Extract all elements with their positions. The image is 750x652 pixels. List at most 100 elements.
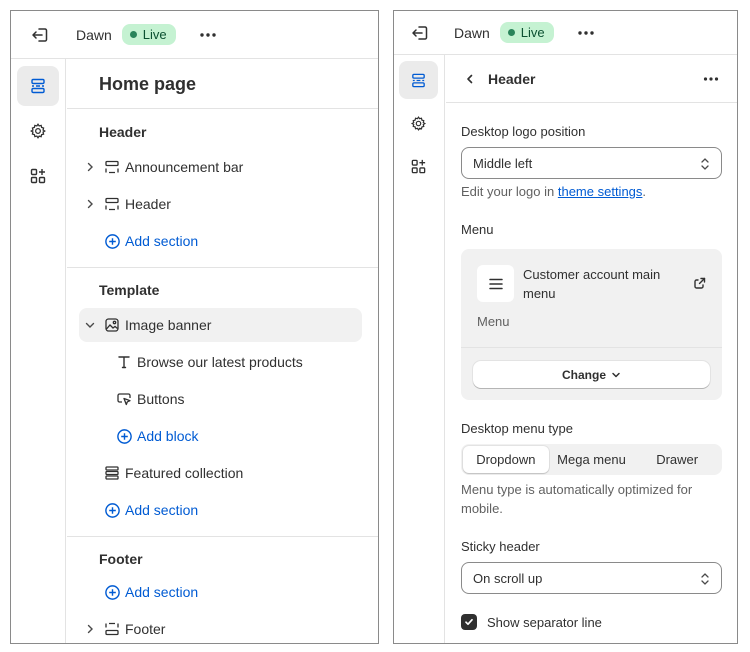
logo-helper-text: Edit your logo in theme settings. <box>461 182 721 201</box>
theme-name: Dawn <box>76 26 112 43</box>
menu-type-dropdown[interactable]: Dropdown <box>463 446 549 473</box>
divider <box>461 347 722 348</box>
more-actions-button[interactable] <box>572 19 600 47</box>
add-section-label: Add section <box>125 502 199 518</box>
section-label: Footer <box>125 621 166 637</box>
menu-type-label: Desktop menu type <box>461 421 574 436</box>
top-bar: Dawn Live <box>11 11 378 59</box>
section-label: Image banner <box>125 317 212 333</box>
section-header[interactable]: Header <box>79 187 362 221</box>
add-block-button[interactable]: Add block <box>79 419 362 453</box>
menu-type-drawer[interactable]: Drawer <box>634 446 720 473</box>
separator-line-checkbox-row[interactable]: Show separator line <box>461 614 602 630</box>
separator-line-label: Show separator line <box>487 614 602 630</box>
live-label: Live <box>142 27 167 42</box>
add-circle-icon <box>114 426 134 446</box>
checkbox-checked[interactable] <box>461 614 477 630</box>
panel-title: Header <box>488 70 536 87</box>
collection-icon <box>102 463 122 483</box>
panel-more-button[interactable] <box>699 67 723 91</box>
divider <box>67 267 378 268</box>
left-editor-panel: Dawn Live Home page Header Announcement … <box>10 10 379 644</box>
sections-rail-button[interactable] <box>17 66 59 106</box>
template-add-section-button[interactable]: Add section <box>79 493 362 527</box>
block-text[interactable]: Browse our latest products <box>79 345 362 379</box>
menu-type-segmented: Dropdown Mega menu Drawer <box>461 444 722 475</box>
sticky-header-select[interactable]: On scroll up <box>461 562 722 594</box>
section-label: Header <box>125 196 171 212</box>
side-rail <box>394 55 445 643</box>
sections-list: Home page Header Announcement bar Header… <box>67 59 378 643</box>
theme-name: Dawn <box>454 24 490 41</box>
ellipsis-icon <box>577 30 594 35</box>
live-dot-icon <box>507 29 515 36</box>
checkmark-icon <box>465 618 473 626</box>
chevron-right-icon[interactable] <box>80 194 100 214</box>
chevron-right-icon[interactable] <box>80 619 100 639</box>
header-add-section-button[interactable]: Add section <box>79 224 362 258</box>
apps-icon <box>411 159 426 173</box>
sections-rail-button[interactable] <box>399 61 438 99</box>
sections-icon <box>31 78 45 94</box>
menu-label: Menu <box>461 222 494 237</box>
section-layout-icon <box>102 194 122 214</box>
right-settings-panel: Dawn Live Header Desktop logo position M… <box>393 10 738 644</box>
menu-type-mega-menu[interactable]: Mega menu <box>549 446 635 473</box>
chevron-down-icon <box>612 372 620 377</box>
exit-icon <box>32 27 48 42</box>
settings-rail-button[interactable] <box>17 111 59 151</box>
add-section-label: Add section <box>125 233 199 249</box>
apps-rail-button[interactable] <box>17 156 59 196</box>
live-label: Live <box>520 25 545 40</box>
helper-prefix: Edit your logo in <box>461 184 555 199</box>
external-link-icon[interactable] <box>692 275 708 291</box>
section-footer[interactable]: Footer <box>79 612 362 643</box>
panel-header: Header <box>446 55 737 103</box>
section-layout-icon <box>102 157 122 177</box>
settings-rail-button[interactable] <box>399 104 438 142</box>
chevron-down-icon[interactable] <box>80 315 100 335</box>
gear-icon <box>410 115 426 131</box>
section-announcement-bar[interactable]: Announcement bar <box>79 150 362 184</box>
live-badge: Live <box>121 24 176 45</box>
change-label: Change <box>561 367 606 382</box>
select-caret-icon <box>701 158 709 170</box>
footer-group-title: Footer <box>99 551 143 567</box>
live-dot-icon <box>129 31 137 38</box>
side-rail <box>11 59 66 643</box>
section-featured-collection[interactable]: Featured collection <box>79 456 362 490</box>
exit-button[interactable] <box>20 15 60 55</box>
back-button[interactable] <box>458 67 482 91</box>
chevron-right-icon[interactable] <box>80 157 100 177</box>
image-icon <box>102 315 122 335</box>
live-badge: Live <box>499 22 554 43</box>
ellipsis-icon <box>703 77 719 81</box>
text-icon <box>114 352 134 372</box>
header-settings: Header Desktop logo position Middle left… <box>446 55 737 643</box>
exit-button[interactable] <box>400 13 440 53</box>
menu-type-helper: Menu type is automatically optimized for… <box>461 482 693 516</box>
template-group-title: Template <box>99 282 160 298</box>
logo-position-label: Desktop logo position <box>461 124 586 139</box>
add-circle-icon <box>102 500 122 520</box>
sections-icon <box>412 73 425 87</box>
header-group-title: Header <box>99 124 147 140</box>
menu-type-text: Menu <box>477 314 510 329</box>
select-caret-icon <box>701 573 709 585</box>
block-buttons[interactable]: Buttons <box>79 382 362 416</box>
theme-settings-link[interactable]: theme settings <box>558 184 643 199</box>
divider <box>67 108 378 109</box>
add-block-label: Add block <box>137 428 199 444</box>
apps-rail-button[interactable] <box>399 147 438 185</box>
exit-icon <box>412 25 428 40</box>
block-label: Browse our latest products <box>137 354 303 370</box>
footer-add-section-button[interactable]: Add section <box>79 575 362 609</box>
add-circle-icon <box>102 231 122 251</box>
more-actions-button[interactable] <box>194 21 222 49</box>
section-label: Announcement bar <box>125 159 244 175</box>
section-label: Featured collection <box>125 465 244 481</box>
change-menu-button[interactable]: Change <box>473 361 710 388</box>
section-image-banner[interactable]: Image banner <box>79 308 362 342</box>
logo-position-select[interactable]: Middle left <box>461 147 722 179</box>
select-value: On scroll up <box>473 570 543 586</box>
